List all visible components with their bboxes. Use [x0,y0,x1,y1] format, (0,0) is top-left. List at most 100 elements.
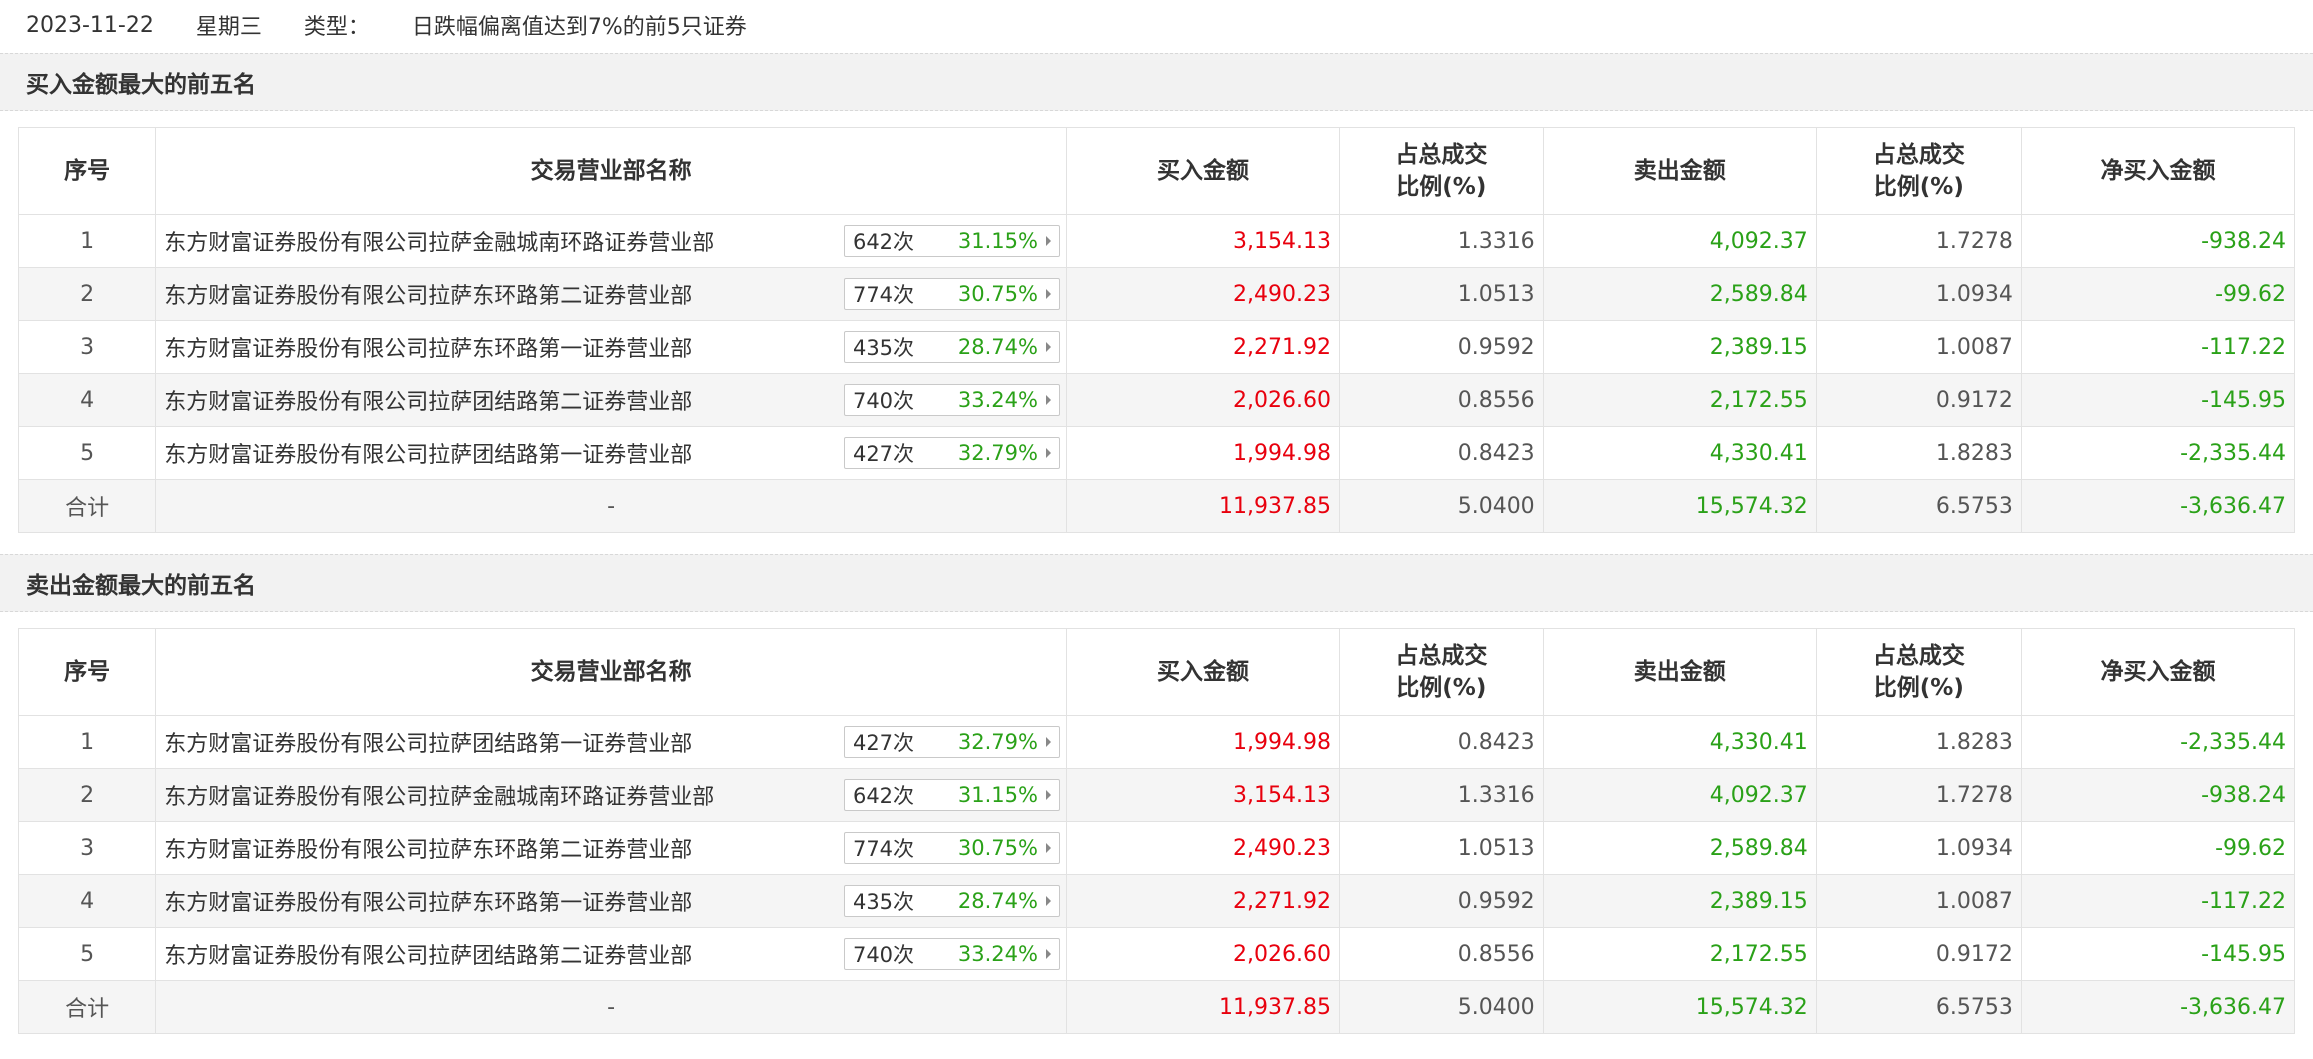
col-buy-header: 买入金额 [1065,127,1341,215]
table-row: 5 东方财富证券股份有限公司拉萨团结路第二证券营业部 740次 33.24% 2,026… [17,927,2296,981]
net-amount: -99.62 [2020,821,2296,875]
dept-stats-button[interactable]: 642次 31.15% [843,779,1060,811]
total-sell-amount: 15,574.32 [1542,980,1817,1034]
dept-trade-count: 435次 [852,890,915,914]
dept-name-link[interactable]: 东方财富证券股份有限公司拉萨金融城南环路证券营业部 [164,779,714,811]
sell-amount: 4,092.37 [1542,214,1817,268]
dept-win-rate: 33.24% [957,942,1038,966]
net-amount: -2,335.44 [2020,715,2296,769]
col-sell-header: 卖出金额 [1542,127,1817,215]
dept-name-link[interactable]: 东方财富证券股份有限公司拉萨团结路第一证券营业部 [164,437,692,469]
dept-stats-button[interactable]: 774次 30.75% [843,278,1060,310]
buy-amount: 2,490.23 [1065,267,1341,321]
row-index: 3 [17,821,157,875]
buy-amount: 2,026.60 [1065,373,1341,427]
col-idx-header: 序号 [17,127,157,215]
dept-trade-count: 435次 [852,336,915,360]
dept-stats-button[interactable]: 435次 28.74% [843,885,1060,917]
sell-ratio: 1.7278 [1815,768,2022,822]
dept-cell: 东方财富证券股份有限公司拉萨团结路第二证券营业部 740次 33.24% [155,373,1067,427]
caret-right-icon [1045,949,1051,959]
table-row: 4 东方财富证券股份有限公司拉萨东环路第一证券营业部 435次 28.74% 2,271… [17,874,2296,928]
dept-win-rate: 28.74% [957,335,1038,359]
buy-amount: 3,154.13 [1065,768,1341,822]
sell-ratio: 1.0934 [1815,267,2022,321]
dept-name-link[interactable]: 东方财富证券股份有限公司拉萨东环路第二证券营业部 [164,278,692,310]
dept-stats-button[interactable]: 435次 28.74% [843,331,1060,363]
buy-ratio: 1.0513 [1339,821,1544,875]
row-index: 4 [17,373,157,427]
dept-cell: 东方财富证券股份有限公司拉萨团结路第一证券营业部 427次 32.79% [155,426,1067,480]
sell-amount: 4,330.41 [1542,715,1817,769]
dept-win-rate: 31.15% [957,783,1038,807]
sell-amount: 2,389.15 [1542,320,1817,374]
dept-trade-count: 740次 [852,389,915,413]
total-dept-placeholder: - [155,479,1067,533]
dept-stats-button[interactable]: 642次 31.15% [843,225,1060,257]
sell-amount: 4,330.41 [1542,426,1817,480]
sell-ratio: 1.0087 [1815,320,2022,374]
table-row: 4 东方财富证券股份有限公司拉萨团结路第二证券营业部 740次 33.24% 2,026… [17,373,2296,427]
net-amount: -117.22 [2020,874,2296,928]
buy-top5-table: 序号 交易营业部名称 买入金额 占总成交比例(%) 卖出金额 占总成交比例(%)… [17,127,2296,533]
col-idx-header: 序号 [17,628,157,716]
buy-ratio: 1.3316 [1339,214,1544,268]
sell-amount: 2,172.55 [1542,927,1817,981]
dept-stats-button[interactable]: 427次 32.79% [843,437,1060,469]
buy-amount: 3,154.13 [1065,214,1341,268]
sell-amount: 4,092.37 [1542,768,1817,822]
dept-cell: 东方财富证券股份有限公司拉萨东环路第一证券营业部 435次 28.74% [155,320,1067,374]
dept-win-rate: 30.75% [957,282,1038,306]
sell-amount: 2,389.15 [1542,874,1817,928]
buy-ratio: 1.3316 [1339,768,1544,822]
col-sell-ratio-header: 占总成交比例(%) [1815,127,2022,215]
net-amount: -938.24 [2020,214,2296,268]
dept-name-link[interactable]: 东方财富证券股份有限公司拉萨金融城南环路证券营业部 [164,225,714,257]
dept-stats-button[interactable]: 427次 32.79% [843,726,1060,758]
col-buy-ratio-label: 占总成交比例(%) [1395,142,1488,200]
dept-stats-button[interactable]: 740次 33.24% [843,938,1060,970]
net-amount: -938.24 [2020,768,2296,822]
total-buy-amount: 11,937.85 [1065,980,1341,1034]
dept-name-link[interactable]: 东方财富证券股份有限公司拉萨东环路第一证券营业部 [164,885,692,917]
list-type: 类型： 日跌幅偏离值达到7%的前5只证券 [304,9,789,41]
caret-right-icon [1045,448,1051,458]
row-index: 2 [17,267,157,321]
dept-cell: 东方财富证券股份有限公司拉萨金融城南环路证券营业部 642次 31.15% [155,214,1067,268]
buy-amount: 1,994.98 [1065,715,1341,769]
table-row: 2 东方财富证券股份有限公司拉萨东环路第二证券营业部 774次 30.75% 2,490… [17,267,2296,321]
dept-name-link[interactable]: 东方财富证券股份有限公司拉萨东环路第一证券营业部 [164,331,692,363]
col-buy-ratio-header: 占总成交比例(%) [1339,127,1544,215]
col-dept-header: 交易营业部名称 [155,127,1067,215]
dept-stats-button[interactable]: 740次 33.24% [843,384,1060,416]
dept-trade-count: 774次 [852,283,915,307]
dept-cell: 东方财富证券股份有限公司拉萨东环路第一证券营业部 435次 28.74% [155,874,1067,928]
col-buy-ratio-header: 占总成交比例(%) [1339,628,1544,716]
dept-cell: 东方财富证券股份有限公司拉萨团结路第一证券营业部 427次 32.79% [155,715,1067,769]
table-row: 3 东方财富证券股份有限公司拉萨东环路第一证券营业部 435次 28.74% 2,271… [17,320,2296,374]
buy-ratio: 0.8556 [1339,927,1544,981]
dept-name-link[interactable]: 东方财富证券股份有限公司拉萨团结路第一证券营业部 [164,726,692,758]
dept-trade-count: 427次 [852,731,915,755]
buy-ratio: 0.8556 [1339,373,1544,427]
dept-win-rate: 32.79% [957,730,1038,754]
total-label: 合计 [17,980,157,1034]
total-net-amount: -3,636.47 [2020,479,2296,533]
col-net-header: 净买入金额 [2020,127,2296,215]
dept-name-link[interactable]: 东方财富证券股份有限公司拉萨团结路第二证券营业部 [164,384,692,416]
caret-right-icon [1045,236,1051,246]
list-type-label: 类型： [303,15,370,40]
caret-right-icon [1045,790,1051,800]
sell-ratio: 1.0087 [1815,874,2022,928]
dept-name-link[interactable]: 东方财富证券股份有限公司拉萨团结路第二证券营业部 [164,938,692,970]
buy-amount: 2,490.23 [1065,821,1341,875]
net-amount: -2,335.44 [2020,426,2296,480]
total-buy-ratio: 5.0400 [1339,479,1544,533]
dept-cell: 东方财富证券股份有限公司拉萨团结路第二证券营业部 740次 33.24% [155,927,1067,981]
caret-right-icon [1045,843,1051,853]
dept-stats-button[interactable]: 774次 30.75% [843,832,1060,864]
trade-date: 2023-11-22 [26,12,154,38]
table-row: 1 东方财富证券股份有限公司拉萨金融城南环路证券营业部 642次 31.15% 3,15… [17,214,2296,268]
col-sell-ratio-label: 占总成交比例(%) [1872,142,1965,200]
dept-name-link[interactable]: 东方财富证券股份有限公司拉萨东环路第二证券营业部 [164,832,692,864]
